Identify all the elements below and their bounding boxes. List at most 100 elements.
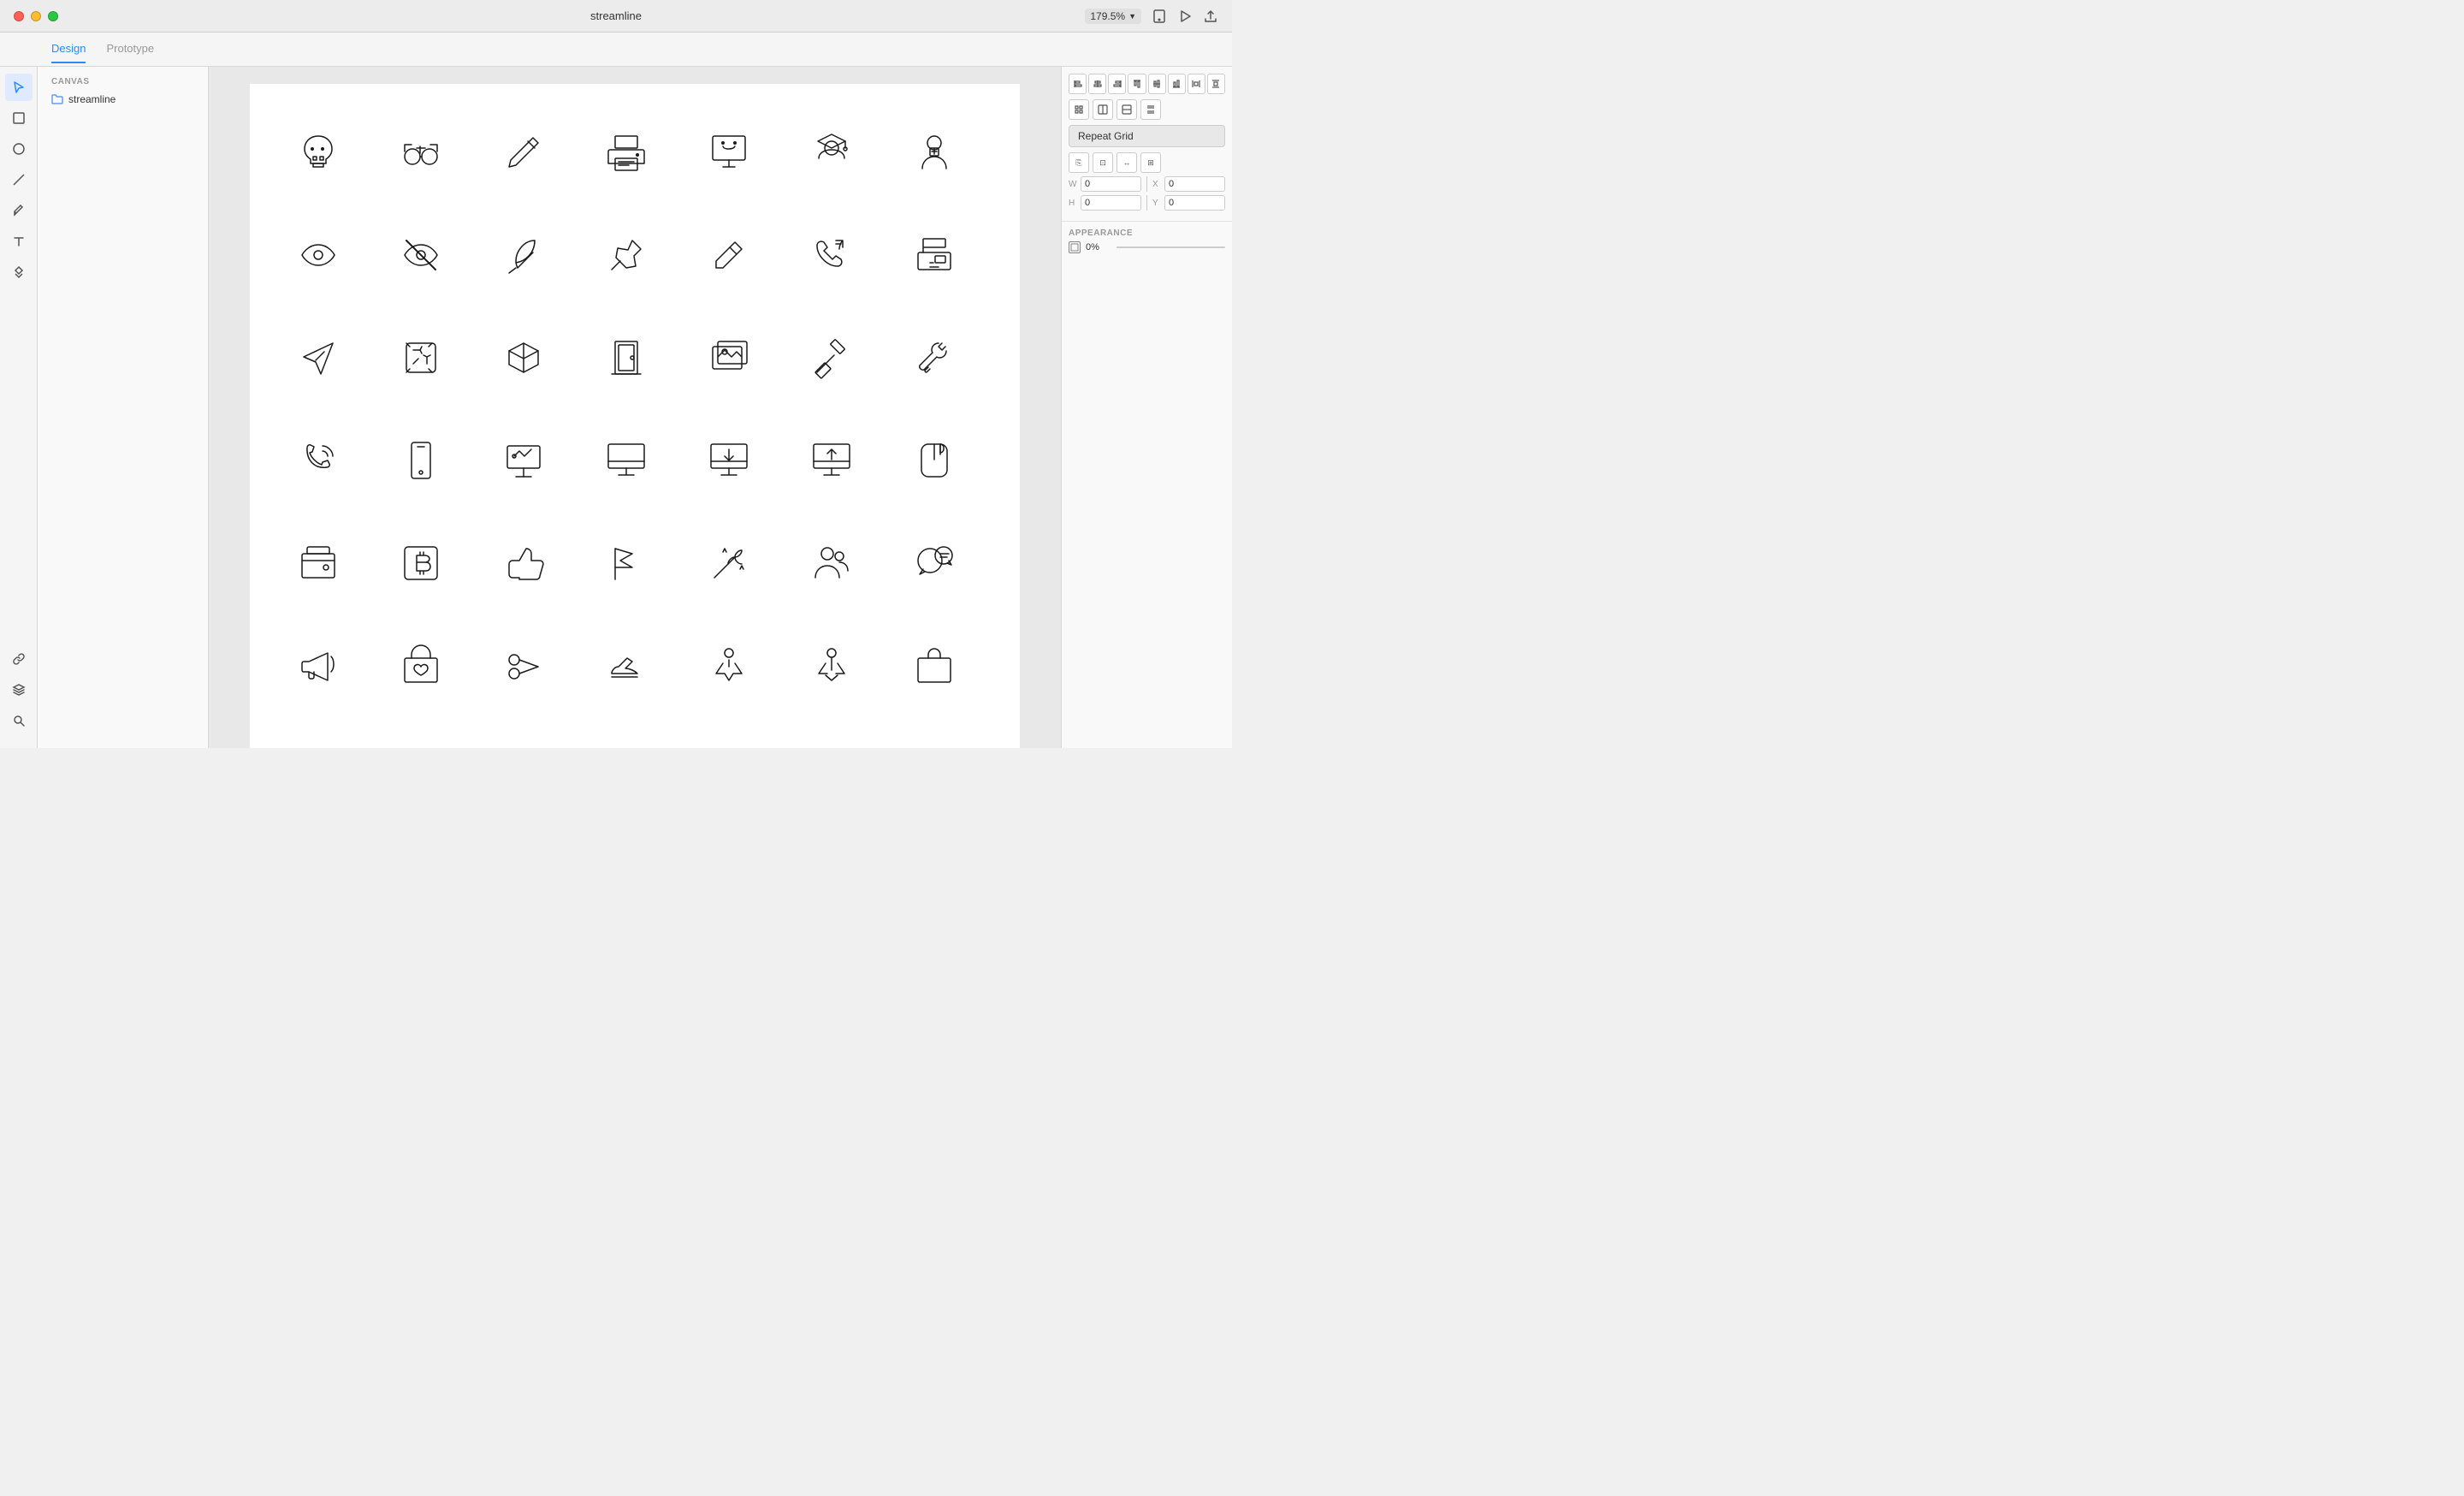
icon-monitor[interactable] [575,409,678,512]
align-top-btn[interactable] [1128,74,1146,94]
icon-scissors-cut[interactable] [472,614,575,717]
select-tool[interactable] [5,74,33,101]
line-tool[interactable] [5,166,33,193]
icon-fax[interactable] [883,204,986,306]
height-label: H [1069,199,1079,208]
tab-design[interactable]: Design [51,35,86,63]
icon-settings-sparks[interactable] [370,306,472,409]
icon-image-gallery[interactable] [678,306,780,409]
distribute-h-btn[interactable] [1188,74,1205,94]
layers-tool[interactable] [5,676,33,703]
icon-thumbsup[interactable] [472,512,575,614]
icon-presentation[interactable] [472,409,575,512]
component-btn-4[interactable] [1140,99,1161,120]
canvas-item-label: streamline [68,93,116,105]
icon-wallet[interactable] [267,512,370,614]
align-center-btn[interactable] [1088,74,1106,94]
component-btn-2[interactable] [1093,99,1113,120]
distribute-v-btn[interactable] [1207,74,1225,94]
icon-monitor-download[interactable] [678,409,780,512]
width-input[interactable] [1081,176,1141,192]
icon-pencil[interactable] [472,101,575,204]
right-panel: Repeat Grid ⎘ ⊡ ↔ ⊞ W X H [1061,67,1232,748]
rectangle-tool[interactable] [5,104,33,132]
icon-flag[interactable] [575,512,678,614]
icon-gavel[interactable] [780,306,883,409]
copy-btn[interactable]: ⎘ [1069,152,1089,173]
icon-woman-sitting[interactable] [780,614,883,717]
paste-btn[interactable]: ⊡ [1093,152,1113,173]
component-tool[interactable] [5,258,33,286]
icon-yoga[interactable] [780,717,883,748]
ellipse-tool[interactable] [5,135,33,163]
export-icon[interactable] [1203,9,1218,24]
icon-door[interactable] [575,306,678,409]
icon-binoculars[interactable] [370,101,472,204]
icon-graduate[interactable] [780,101,883,204]
icon-calling[interactable] [267,409,370,512]
canvas-item-streamline[interactable]: streamline [44,90,201,109]
align-middle-btn[interactable] [1148,74,1166,94]
icon-monitor-smile[interactable] [678,101,780,204]
maximize-button[interactable] [48,11,58,21]
icon-teamwork[interactable] [780,512,883,614]
icon-eye[interactable] [267,204,370,306]
repeat-grid-button[interactable]: Repeat Grid [1069,125,1225,147]
icon-shopping-bag-heart[interactable] [370,614,472,717]
component-btn-1[interactable] [1069,99,1089,120]
device-icon[interactable] [1152,9,1167,24]
icon-box3d[interactable] [472,717,575,748]
main-canvas[interactable] [209,67,1061,748]
zoom-control[interactable]: 179.5% ▼ [1085,9,1141,24]
icon-shopping-bag[interactable] [883,614,986,717]
zoom-value: 179.5% [1090,10,1125,22]
x-input[interactable] [1164,176,1225,192]
icon-pin[interactable] [575,204,678,306]
icon-desk-phone[interactable] [780,204,883,306]
expand-btn[interactable]: ⊞ [1140,152,1161,173]
play-icon[interactable] [1177,9,1193,24]
icon-eye-slash[interactable] [370,204,472,306]
icon-magic-wand[interactable] [678,512,780,614]
icon-house[interactable] [267,717,370,748]
icon-skull[interactable] [267,101,370,204]
icon-nurse[interactable] [883,101,986,204]
y-label: Y [1152,199,1163,208]
icon-meditation[interactable] [678,614,780,717]
align-right-btn[interactable] [1108,74,1126,94]
close-button[interactable] [14,11,24,21]
opacity-icon [1069,241,1081,253]
icon-send[interactable] [267,306,370,409]
icon-robot[interactable] [678,717,780,748]
icon-printer[interactable] [575,101,678,204]
minimize-button[interactable] [31,11,41,21]
icon-megaphone[interactable] [267,614,370,717]
opacity-value: 0% [1086,242,1111,252]
icon-mouse[interactable] [883,409,986,512]
component-btn-3[interactable] [1116,99,1137,120]
icon-feather[interactable] [472,204,575,306]
icon-building[interactable] [575,717,678,748]
icon-chat-bubble[interactable] [883,512,986,614]
icon-trolley[interactable] [370,717,472,748]
icon-tools[interactable] [883,306,986,409]
height-input[interactable] [1081,195,1141,211]
canvas-label: CANVAS [44,74,201,90]
icon-cube[interactable] [472,306,575,409]
icon-edit[interactable] [678,204,780,306]
icon-shoe[interactable] [575,614,678,717]
opacity-bar[interactable] [1116,246,1225,248]
tab-prototype[interactable]: Prototype [106,35,154,63]
icon-bitcoin[interactable] [370,512,472,614]
text-tool[interactable] [5,228,33,255]
y-input[interactable] [1164,195,1225,211]
align-bottom-btn[interactable] [1168,74,1186,94]
icon-monitor-upload[interactable] [780,409,883,512]
link-tool[interactable] [5,645,33,673]
icon-cycling[interactable] [883,717,986,748]
align-left-btn[interactable] [1069,74,1087,94]
pen-tool[interactable] [5,197,33,224]
resize-btn[interactable]: ↔ [1116,152,1137,173]
search-tool[interactable] [5,707,33,734]
icon-mobile[interactable] [370,409,472,512]
